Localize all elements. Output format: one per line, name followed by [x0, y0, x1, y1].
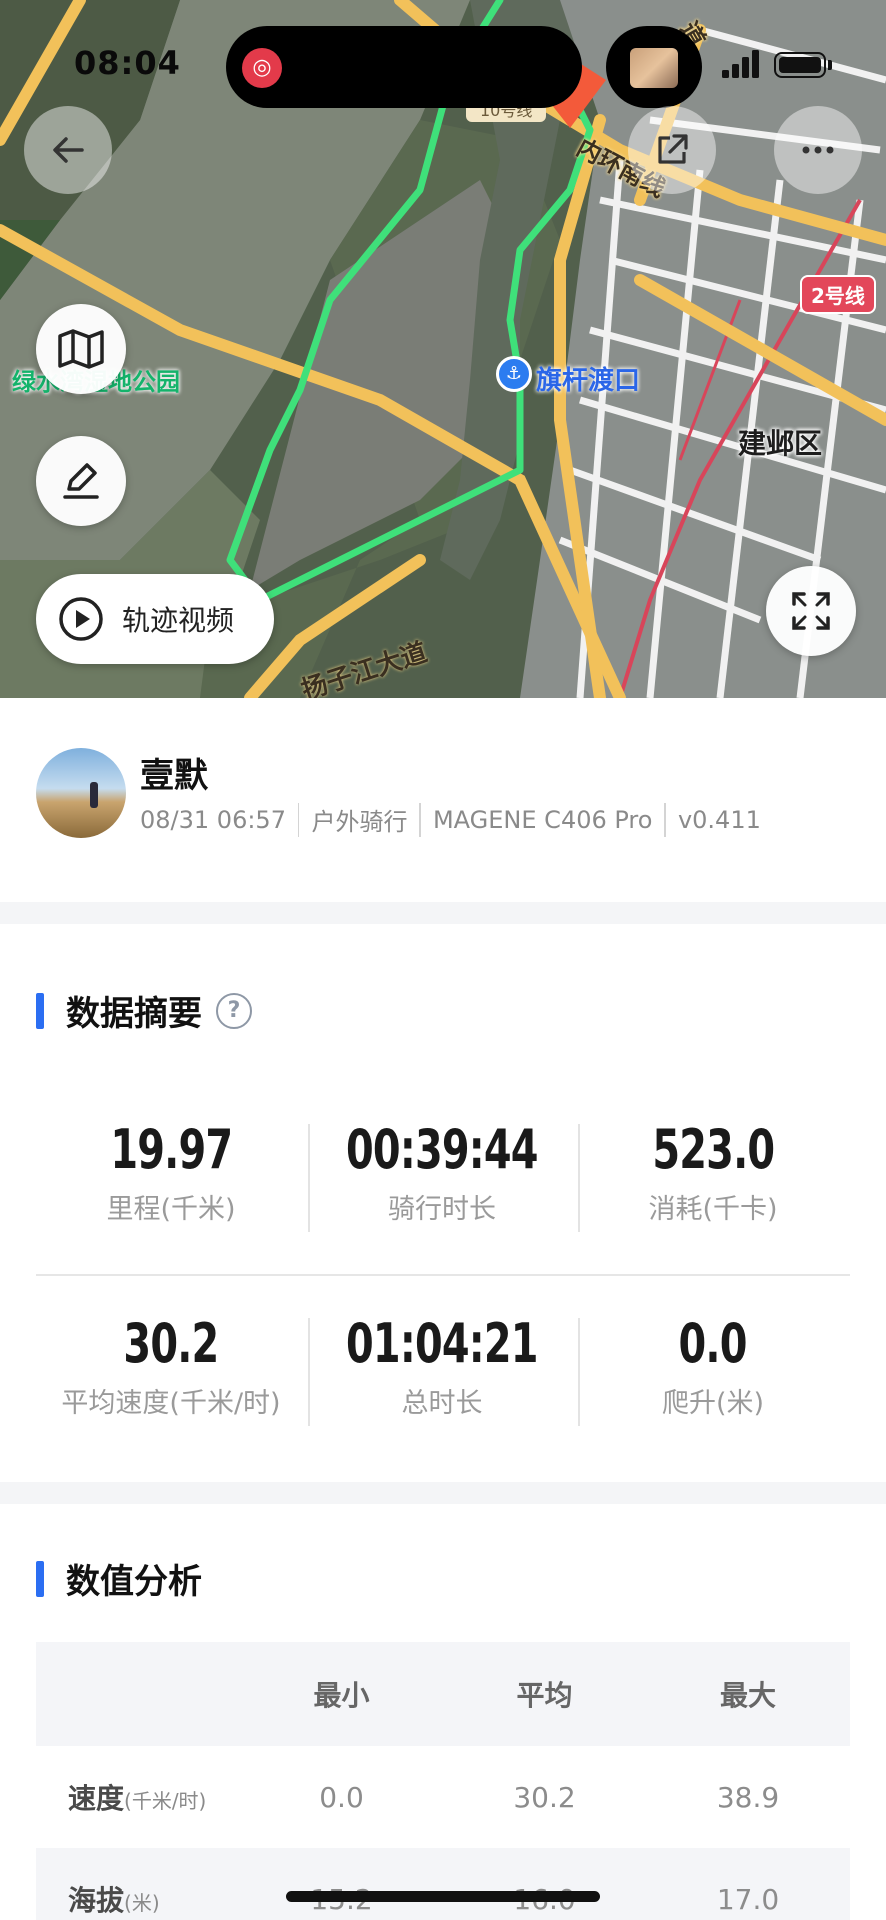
pencil-icon — [63, 463, 99, 499]
activity-date: 08/31 06:57 — [140, 805, 286, 834]
stat-divider — [308, 1318, 310, 1426]
stat-divider — [578, 1318, 580, 1426]
stat-label: 平均速度(千米/时) — [61, 1388, 281, 1419]
table-header-min: 最小 — [313, 1679, 370, 1712]
row-unit: (米) — [124, 1891, 160, 1915]
play-icon — [59, 597, 103, 641]
row-name-text: 速度 — [68, 1782, 125, 1815]
stat-avg-speed: 30.2 平均速度(千米/时) — [36, 1312, 306, 1420]
stat-value: 19.97 — [110, 1118, 233, 1181]
more-dots-icon — [802, 146, 834, 154]
status-time: 08:04 — [74, 44, 181, 82]
app-version: v0.411 — [677, 805, 761, 834]
track-video-label: 轨迹视频 — [122, 604, 235, 637]
battery-icon — [774, 52, 826, 78]
stat-value: 523.0 — [652, 1118, 775, 1181]
home-indicator[interactable] — [286, 1891, 600, 1902]
stat-total-time: 01:04:21 总时长 — [307, 1312, 577, 1420]
share-icon — [658, 134, 688, 164]
row-max: 17.0 — [716, 1882, 780, 1916]
stat-divider — [578, 1124, 580, 1232]
stat-label: 消耗(千卡) — [648, 1194, 778, 1225]
stat-value: 00:39:44 — [346, 1118, 538, 1181]
analysis-title-text: 数值分析 — [66, 1562, 202, 1602]
arrow-left-icon — [53, 137, 84, 163]
edit-button[interactable] — [36, 436, 126, 526]
district-label: 建邺区 — [738, 427, 823, 460]
stat-label: 总时长 — [401, 1388, 483, 1419]
ferry-pin-icon: ⚓ — [496, 356, 532, 392]
stat-value: 01:04:21 — [346, 1312, 538, 1375]
section-divider — [0, 1482, 886, 1504]
dynamic-island[interactable]: ◎ — [226, 26, 582, 108]
device-name: MAGENE C406 Pro — [432, 805, 653, 834]
avatar[interactable] — [36, 748, 126, 838]
table-row: 海拔(米) 15.2 16.0 17.0 — [36, 1848, 850, 1920]
activity-type: 户外骑行 — [311, 808, 408, 836]
fullscreen-button[interactable] — [766, 566, 856, 656]
more-button[interactable] — [774, 106, 862, 194]
help-icon[interactable]: ? — [216, 992, 252, 1029]
stat-value: 0.0 — [678, 1312, 748, 1375]
row-name-text: 海拔 — [68, 1884, 125, 1917]
row-unit: (千米/时) — [124, 1789, 207, 1813]
stat-value: 30.2 — [123, 1312, 219, 1375]
back-button[interactable] — [24, 106, 112, 194]
table-header-avg: 平均 — [516, 1679, 573, 1712]
stat-climb: 0.0 爬升(米) — [578, 1312, 848, 1420]
row-min: 0.0 — [319, 1780, 364, 1814]
analysis-table: 最小 平均 最大 速度(千米/时) 0.0 30.2 38.9 海拔(米) 15… — [36, 1642, 850, 1920]
section-divider — [0, 902, 886, 924]
map-layer-button[interactable] — [36, 304, 126, 394]
row-avg: 30.2 — [513, 1780, 576, 1814]
route-map[interactable]: 10号线 内环南线 道 2号线 绿水湾湿地公园 ⚓ 旗杆渡口 建邺区 扬子江大道… — [0, 0, 886, 698]
stat-label: 里程(千米) — [106, 1194, 236, 1225]
accent-bar — [36, 1560, 44, 1597]
track-video-button[interactable]: 轨迹视频 — [36, 574, 274, 664]
live-activity[interactable] — [606, 26, 702, 108]
summary-title-text: 数据摘要 — [66, 994, 202, 1034]
row-name: 海拔(米) — [36, 1879, 240, 1919]
row-max: 38.9 — [716, 1780, 780, 1814]
stat-ride-time: 00:39:44 骑行时长 — [307, 1118, 577, 1226]
battery-tip — [828, 60, 832, 70]
stat-row-divider — [36, 1274, 850, 1276]
live-activity-thumbnail — [630, 48, 678, 88]
row-name: 速度(千米/时) — [36, 1777, 240, 1817]
stat-divider — [308, 1124, 310, 1232]
metro-line-2-label: 2号线 — [800, 275, 876, 314]
expand-icon — [792, 592, 830, 630]
stat-calories: 523.0 消耗(千卡) — [578, 1118, 848, 1226]
table-header-row: 最小 平均 最大 — [36, 1642, 850, 1746]
stat-label: 骑行时长 — [388, 1194, 496, 1225]
table-header-max: 最大 — [719, 1679, 776, 1712]
share-button[interactable] — [628, 106, 716, 194]
stat-distance: 19.97 里程(千米) — [36, 1118, 306, 1226]
user-name[interactable]: 壹默 — [140, 748, 208, 797]
music-app-icon: ◎ — [242, 48, 282, 88]
analysis-title: 数值分析 — [36, 1554, 202, 1603]
table-row: 速度(千米/时) 0.0 30.2 38.9 — [36, 1746, 850, 1848]
summary-title: 数据摘要 ? — [36, 986, 252, 1035]
accent-bar — [36, 992, 44, 1029]
ferry-label: 旗杆渡口 — [536, 366, 641, 396]
stat-label: 爬升(米) — [661, 1388, 765, 1419]
activity-header: 壹默 08/31 06:57 户外骑行 MAGENE C406 Pro v0.4… — [0, 698, 886, 902]
cell-signal-icon — [722, 50, 759, 78]
map-icon — [58, 329, 104, 369]
activity-meta: 08/31 06:57 户外骑行 MAGENE C406 Pro v0.411 — [140, 802, 761, 837]
